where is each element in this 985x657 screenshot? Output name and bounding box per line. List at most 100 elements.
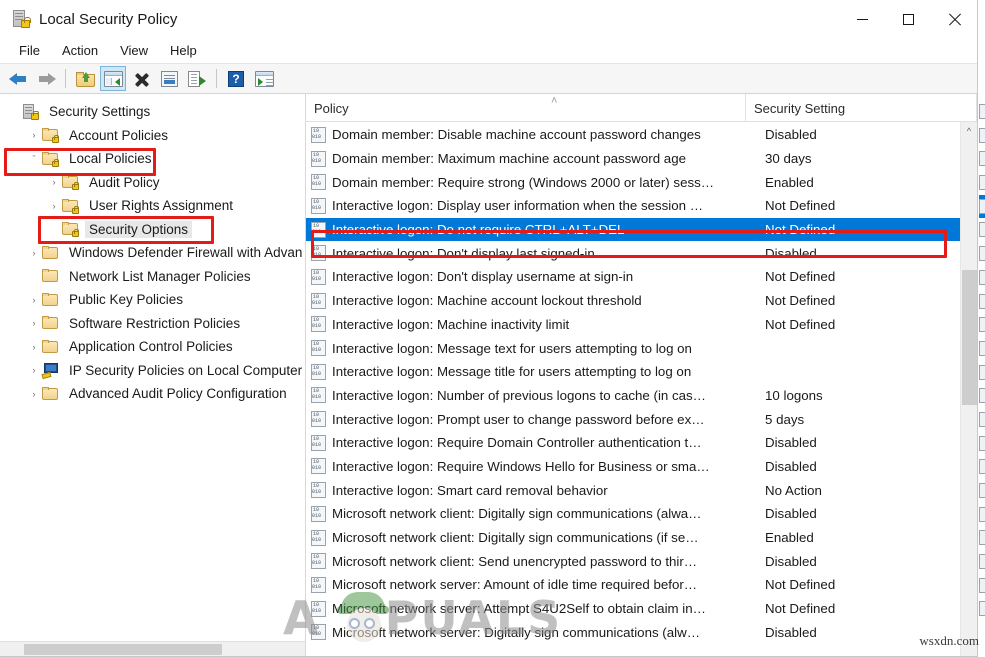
properties-button[interactable]	[156, 66, 182, 91]
policy-row[interactable]: Interactive logon: Smart card removal be…	[306, 478, 960, 502]
sidebar-item-security-settings[interactable]: Security Settings	[0, 100, 305, 124]
policy-security-setting: 30 days	[765, 151, 960, 166]
chevron-down-icon[interactable]: ˇ	[26, 154, 42, 164]
policy-row[interactable]: Interactive logon: Require Windows Hello…	[306, 455, 960, 479]
policy-row[interactable]: Microsoft network server: Attempt S4U2Se…	[306, 597, 960, 621]
policy-security-setting: Disabled	[765, 435, 960, 450]
sort-ascending-icon: ˄	[551, 96, 557, 107]
export-list-button[interactable]	[184, 66, 210, 91]
policy-row[interactable]: Interactive logon: Message title for use…	[306, 360, 960, 384]
sidebar-item-audit-policy[interactable]: ›Audit Policy	[0, 171, 305, 195]
chevron-right-icon[interactable]: ›	[26, 342, 42, 352]
policy-row[interactable]: Interactive logon: Message text for user…	[306, 336, 960, 360]
console-tree-icon	[104, 71, 123, 87]
policy-row[interactable]: Interactive logon: Number of previous lo…	[306, 384, 960, 408]
sidebar-item-label: Security Settings	[45, 103, 154, 120]
sidebar-item-user-rights-assignment[interactable]: ›User Rights Assignment	[0, 194, 305, 218]
scroll-up-icon[interactable]: ^	[961, 122, 977, 139]
folder-icon	[42, 340, 59, 354]
chevron-right-icon[interactable]: ›	[26, 365, 42, 375]
sidebar-item-label: Local Policies	[65, 150, 156, 167]
policy-row[interactable]: Microsoft network client: Send unencrypt…	[306, 549, 960, 573]
minimize-button[interactable]	[839, 0, 885, 38]
sidebar-item-network-list-manager-policies[interactable]: Network List Manager Policies	[0, 265, 305, 289]
sidebar-item-label: Account Policies	[65, 127, 172, 144]
menu-item-help[interactable]: Help	[159, 40, 208, 61]
list-vertical-scrollbar[interactable]: ^	[960, 122, 977, 656]
forward-button[interactable]	[33, 66, 59, 91]
console-tree: Security Settings›Account PoliciesˇLocal…	[0, 94, 305, 641]
sidebar-item-local-policies[interactable]: ˇ Local Policies	[0, 147, 305, 171]
chevron-right-icon[interactable]: ›	[26, 248, 42, 258]
sidebar-item-ip-security-policies-on-local-computer[interactable]: ›IP Security Policies on Local Computer	[0, 359, 305, 383]
policy-row[interactable]: Interactive logon: Prompt user to change…	[306, 407, 960, 431]
title-bar[interactable]: Local Security Policy	[0, 0, 977, 38]
policy-name: Interactive logon: Machine account locko…	[332, 293, 765, 308]
chevron-right-icon[interactable]: ›	[26, 295, 42, 305]
column-header-security-setting[interactable]: Security Setting	[746, 94, 977, 121]
column-header-policy[interactable]: Policy	[306, 94, 746, 121]
policy-row[interactable]: Interactive logon: Display user informat…	[306, 194, 960, 218]
policy-icon	[311, 174, 326, 190]
help-button[interactable]: ?	[223, 66, 249, 91]
properties-icon	[161, 71, 178, 87]
policy-icon	[311, 364, 326, 380]
policy-security-setting: Disabled	[765, 459, 960, 474]
sidebar-horizontal-scrollbar[interactable]	[0, 641, 305, 656]
background-window-row: Microsoft network client: Send unencrypt…	[979, 526, 985, 550]
policy-row[interactable]: Interactive logon: Machine account locko…	[306, 289, 960, 313]
list-scrollbar-thumb[interactable]	[962, 270, 977, 405]
policy-row[interactable]: Domain member: Require strong (Windows 2…	[306, 170, 960, 194]
arrow-right-icon	[37, 71, 56, 86]
background-window-row: Interactive logon: Don't display usernam…	[979, 242, 985, 266]
folder-lock-icon	[62, 222, 79, 236]
background-window-row: Interactive logon: Machine inactivity li…	[979, 290, 985, 314]
chevron-right-icon[interactable]: ›	[26, 389, 42, 399]
background-window-row: Domain member: Disable machine account p…	[979, 100, 985, 124]
policy-row[interactable]: Microsoft network server: Amount of idle…	[306, 573, 960, 597]
chevron-right-icon[interactable]: ›	[26, 130, 42, 140]
policy-icon	[311, 577, 326, 593]
up-one-level-button[interactable]	[72, 66, 98, 91]
policy-row[interactable]: Interactive logon: Machine inactivity li…	[306, 313, 960, 337]
maximize-button[interactable]	[885, 0, 931, 38]
chevron-right-icon[interactable]: ›	[26, 318, 42, 328]
policy-row[interactable]: Interactive logon: Don't display usernam…	[306, 265, 960, 289]
sidebar-item-public-key-policies[interactable]: › Public Key Policies	[0, 288, 305, 312]
sidebar-item-account-policies[interactable]: › Account Policies	[0, 124, 305, 148]
sidebar-item-software-restriction-policies[interactable]: ›Software Restriction Policies	[0, 312, 305, 336]
list-scroll-region: Domain member: Disable machine account p…	[306, 122, 977, 656]
policy-row[interactable]: Microsoft network client: Digitally sign…	[306, 502, 960, 526]
policy-row[interactable]: Interactive logon: Require Domain Contro…	[306, 431, 960, 455]
menu-bar: File Action View Help	[0, 38, 977, 64]
menu-item-file[interactable]: File	[8, 40, 51, 61]
menu-item-view[interactable]: View	[109, 40, 159, 61]
back-button[interactable]	[5, 66, 31, 91]
sidebar-item-security-options[interactable]: Security Options	[0, 218, 305, 242]
policy-row-selected[interactable]: Interactive logon: Do not require CTRL+A…	[306, 218, 960, 242]
sidebar-item-advanced-audit-policy-configuration[interactable]: ›Advanced Audit Policy Configuration	[0, 382, 305, 406]
sidebar-item-windows-defender-firewall-with-advan[interactable]: ›Windows Defender Firewall with Advan	[0, 241, 305, 265]
menu-item-action[interactable]: Action	[51, 40, 109, 61]
close-button[interactable]	[931, 0, 977, 38]
policy-name: Interactive logon: Don't display usernam…	[332, 269, 765, 284]
sidebar-item-application-control-policies[interactable]: ›Application Control Policies	[0, 335, 305, 359]
policy-row[interactable]: Microsoft network client: Digitally sign…	[306, 526, 960, 550]
policy-row[interactable]: Domain member: Maximum machine account p…	[306, 147, 960, 171]
policy-icon	[311, 198, 326, 214]
sidebar-item-label: Public Key Policies	[65, 291, 187, 308]
policy-security-setting: Not Defined	[765, 222, 960, 237]
policy-row[interactable]: Domain member: Disable machine account p…	[306, 123, 960, 147]
show-action-pane-button[interactable]	[251, 66, 277, 91]
policy-row[interactable]: Microsoft network server: Digitally sign…	[306, 620, 960, 644]
policy-row[interactable]: Interactive logon: Don't display last si…	[306, 241, 960, 265]
chevron-right-icon[interactable]: ›	[46, 177, 62, 187]
show-hide-console-tree-button[interactable]	[100, 66, 126, 91]
policy-security-setting: No Action	[765, 483, 960, 498]
sidebar-scrollbar-thumb[interactable]	[24, 644, 222, 655]
chevron-right-icon[interactable]: ›	[46, 201, 62, 211]
delete-button[interactable]	[128, 66, 154, 91]
toolbar-separator	[216, 69, 217, 88]
policy-icon	[311, 387, 326, 403]
policy-icon	[311, 458, 326, 474]
